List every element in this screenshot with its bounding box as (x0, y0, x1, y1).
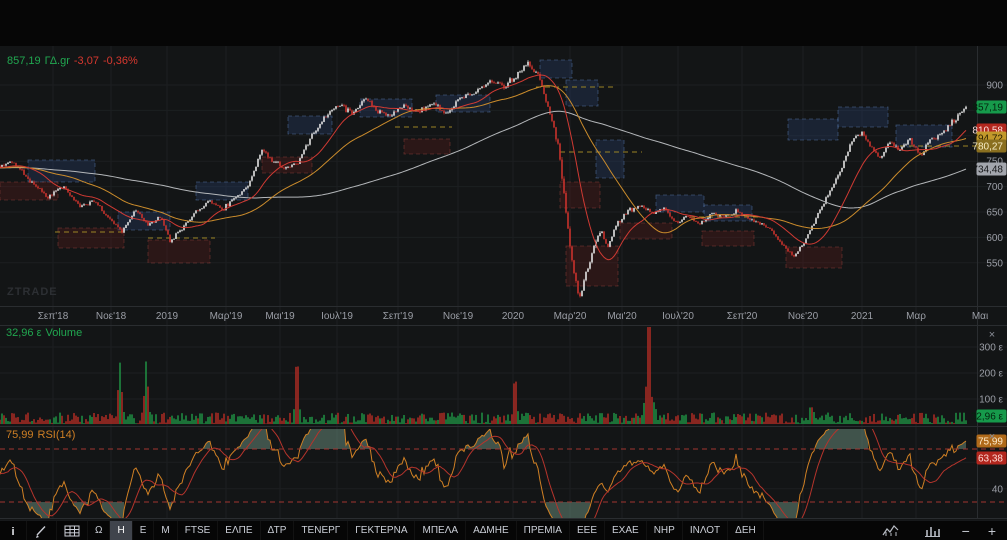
svg-text:Μαρ: Μαρ (906, 311, 926, 322)
svg-text:Ιουλ'20: Ιουλ'20 (662, 311, 694, 322)
info-icon[interactable]: i (0, 521, 27, 540)
svg-text:2019: 2019 (156, 311, 179, 322)
svg-text:Νοε'20: Νοε'20 (788, 311, 819, 322)
price-chart-canvas[interactable]: 900750700650600550300 ε200 ε100 ε40Σεπ'1… (0, 0, 1007, 520)
svg-text:i: i (11, 526, 14, 538)
svg-text:Ιουλ'19: Ιουλ'19 (321, 311, 353, 322)
svg-text:857,19: 857,19 (972, 103, 1003, 114)
toolbar-button-+[interactable]: + (985, 522, 999, 540)
bottom-toolbar: i Ω Η Ε Μ FTSE ΕΛΠΕ ΔΤΡ ΤΕΝΕΡΓ ΓΕΚΤΕΡΝΑ ΜΠΕΛΑ ΑΔΜΗΕ… (0, 520, 1007, 540)
rsi-pane-close-icon[interactable]: × (985, 430, 999, 444)
svg-text:780,27: 780,27 (972, 142, 1003, 153)
toolbar-button-ΕΕΕ[interactable]: ΕΕΕ (570, 521, 605, 540)
svg-text:Μαι'19: Μαι'19 (265, 311, 295, 322)
combo-chart-icon[interactable] (875, 524, 906, 537)
svg-text:Νοε'19: Νοε'19 (443, 311, 474, 322)
svg-text:Σεπ'19: Σεπ'19 (383, 311, 414, 322)
svg-text:600: 600 (986, 233, 1003, 244)
svg-text:40: 40 (992, 484, 1004, 495)
toolbar-button-ΕΛΠΕ[interactable]: ΕΛΠΕ (218, 521, 261, 540)
toolbar-button-ΔΕΗ[interactable]: ΔΕΗ (728, 521, 764, 540)
svg-text:Νοε'18: Νοε'18 (96, 311, 127, 322)
svg-text:Σεπ'18: Σεπ'18 (38, 311, 69, 322)
svg-text:200 ε: 200 ε (979, 369, 1003, 380)
toolbar-button-ΜΠΕΛΑ[interactable]: ΜΠΕΛΑ (415, 521, 467, 540)
table-icon[interactable] (57, 521, 88, 540)
svg-text:2021: 2021 (851, 311, 874, 322)
toolbar-button-Μ[interactable]: Μ (154, 521, 178, 540)
svg-text:650: 650 (986, 208, 1003, 219)
svg-text:2020: 2020 (502, 311, 525, 322)
svg-text:734,48: 734,48 (972, 165, 1003, 176)
toolbar-right-group: − + (875, 521, 1007, 540)
svg-text:Μαι: Μαι (972, 311, 988, 322)
bar-chart-icon[interactable] (918, 524, 947, 537)
svg-text:Μαι'20: Μαι'20 (607, 311, 637, 322)
toolbar-button-ΔΤΡ[interactable]: ΔΤΡ (261, 521, 295, 540)
svg-text:900: 900 (986, 81, 1003, 92)
trading-app-window: 900 750 700 650 600 550 300 ε 200 ε 100 ε 40 Σεπ'1… (0, 0, 1007, 540)
svg-text:300 ε: 300 ε (979, 343, 1003, 354)
svg-text:700: 700 (986, 182, 1003, 193)
toolbar-button-FTSE[interactable]: FTSE (178, 521, 219, 540)
toolbar-button-Ε[interactable]: Ε (133, 521, 155, 540)
svg-text:Μαρ'19: Μαρ'19 (210, 311, 243, 322)
toolbar-button-ΕΧΑΕ[interactable]: ΕΧΑΕ (605, 521, 647, 540)
toolbar-button-ΑΔΜΗΕ[interactable]: ΑΔΜΗΕ (466, 521, 517, 540)
toolbar-button-ΤΕΝΕΡΓ[interactable]: ΤΕΝΕΡΓ (294, 521, 349, 540)
toolbar-button-ΓΕΚΤΕΡΝΑ[interactable]: ΓΕΚΤΕΡΝΑ (348, 521, 416, 540)
toolbar-button-Ω[interactable]: Ω (88, 521, 111, 540)
svg-text:63,38: 63,38 (978, 454, 1003, 465)
svg-text:550: 550 (986, 258, 1003, 269)
toolbar-button-−[interactable]: − (959, 522, 973, 540)
toolbar-button-ΙΝΛΟΤ[interactable]: ΙΝΛΟΤ (683, 521, 729, 540)
svg-text:Σεπ'20: Σεπ'20 (727, 311, 758, 322)
toolbar-button-Η[interactable]: Η (110, 521, 133, 540)
toolbar-button-ΠΡΕΜΙΑ[interactable]: ΠΡΕΜΙΑ (517, 521, 570, 540)
volume-pane-close-icon[interactable]: × (985, 328, 999, 342)
svg-text:Μαρ'20: Μαρ'20 (554, 311, 587, 322)
toolbar-left-group: i Ω Η Ε Μ FTSE ΕΛΠΕ ΔΤΡ ΤΕΝΕΡΓ ΓΕΚΤΕΡΝΑ ΜΠΕΛΑ ΑΔΜΗΕ… (0, 521, 764, 540)
svg-text:100 ε: 100 ε (979, 395, 1003, 406)
pencil-icon[interactable] (27, 521, 57, 540)
toolbar-button-ΝΗΡ[interactable]: ΝΗΡ (647, 521, 683, 540)
svg-text:32,96 ε: 32,96 ε (971, 412, 1004, 423)
